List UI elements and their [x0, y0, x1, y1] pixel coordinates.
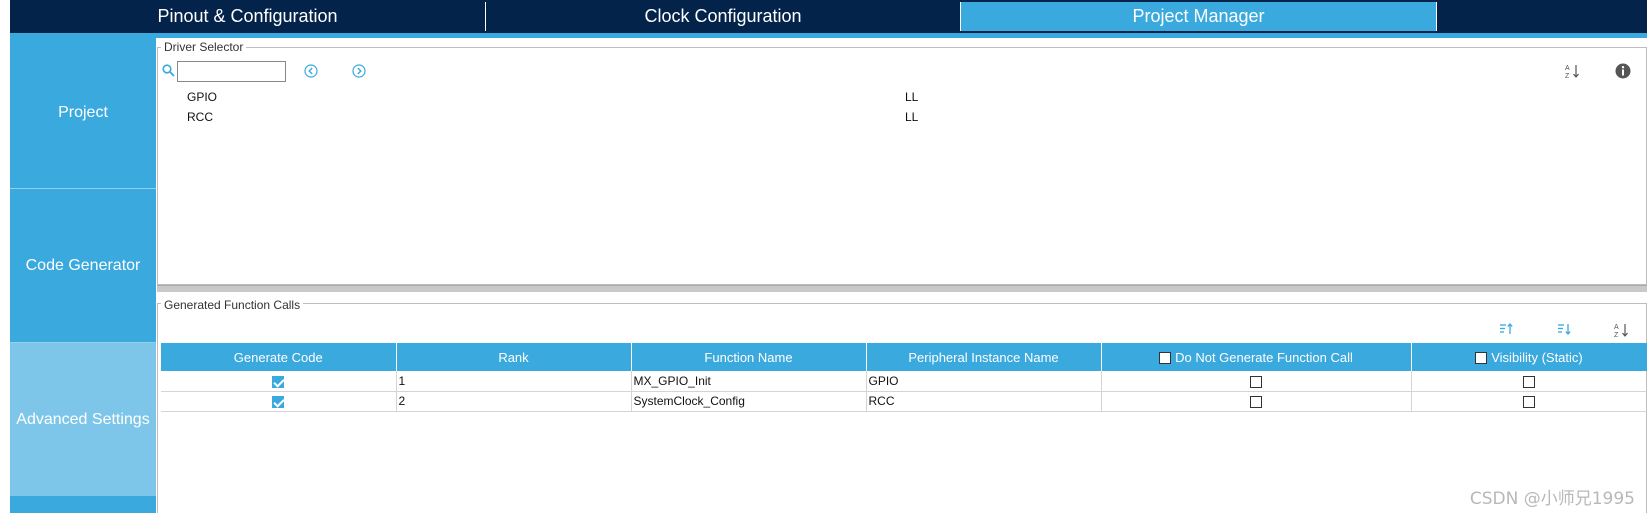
generate-code-checkbox[interactable]	[272, 395, 285, 408]
table-row[interactable]: 2 SystemClock_Config RCC	[161, 391, 1647, 412]
next-icon[interactable]	[352, 64, 366, 78]
tab-project-manager[interactable]: Project Manager	[961, 2, 1436, 31]
top-tab-bar: Pinout & Configuration Clock Configurati…	[10, 0, 1647, 33]
do-not-generate-cell	[1101, 371, 1412, 392]
svg-text:A: A	[1565, 65, 1570, 72]
tab-pinout-configuration[interactable]: Pinout & Configuration	[10, 2, 485, 31]
svg-text:Z: Z	[1565, 73, 1570, 79]
sort-alpha-icon[interactable]: A Z	[1614, 322, 1630, 338]
instance-name-cell: GPIO	[866, 371, 1102, 392]
previous-icon[interactable]	[304, 64, 318, 78]
driver-row-name[interactable]: RCC	[187, 110, 213, 124]
table-row[interactable]: 1 MX_GPIO_Init GPIO	[161, 371, 1647, 392]
svg-text:A: A	[1614, 324, 1619, 331]
visibility-static-checkbox[interactable]	[1523, 375, 1535, 388]
visibility-cell	[1411, 371, 1647, 392]
driver-search-input[interactable]	[177, 61, 286, 82]
driver-row-name[interactable]: GPIO	[187, 90, 217, 104]
sort-descending-icon[interactable]	[1557, 322, 1571, 336]
column-header-label: Do Not Generate Function Call	[1175, 349, 1353, 365]
function-calls-title: Generated Function Calls	[161, 298, 304, 312]
driver-selector-group	[157, 47, 1647, 285]
column-header-label: Visibility (Static)	[1491, 349, 1583, 365]
column-header-rank[interactable]: Rank	[396, 343, 632, 371]
sidebar-item-project[interactable]: Project	[10, 38, 156, 188]
do-not-generate-checkbox[interactable]	[1250, 375, 1262, 388]
column-header-visibility[interactable]: Visibility (Static)	[1411, 343, 1647, 371]
driver-row-driver[interactable]: LL	[905, 110, 918, 124]
generate-code-cell	[161, 391, 397, 412]
column-header-peripheral-instance[interactable]: Peripheral Instance Name	[866, 343, 1102, 371]
select-all-visibility-checkbox[interactable]	[1475, 352, 1488, 365]
generate-code-checkbox[interactable]	[272, 375, 285, 388]
function-calls-table: Generate Code Rank Function Name Periphe…	[161, 343, 1647, 412]
driver-row-driver[interactable]: LL	[905, 90, 918, 104]
select-all-do-not-generate-checkbox[interactable]	[1159, 352, 1172, 365]
column-header-function-name[interactable]: Function Name	[631, 343, 867, 371]
tab-underline-strip	[10, 33, 1647, 38]
table-header-row: Generate Code Rank Function Name Periphe…	[161, 343, 1647, 371]
function-name-cell: MX_GPIO_Init	[631, 371, 867, 392]
do-not-generate-checkbox[interactable]	[1250, 395, 1262, 408]
sort-alpha-icon[interactable]: A Z	[1565, 63, 1581, 79]
watermark: CSDN @小师兄1995	[1469, 489, 1635, 509]
do-not-generate-cell	[1101, 391, 1412, 412]
generate-code-cell	[161, 371, 397, 392]
sidebar: Project Code Generator Advanced Settings	[10, 38, 156, 513]
column-header-do-not-generate[interactable]: Do Not Generate Function Call	[1101, 343, 1412, 371]
tab-clock-configuration[interactable]: Clock Configuration	[486, 2, 960, 31]
rank-cell: 2	[396, 391, 632, 412]
instance-name-cell: RCC	[866, 391, 1102, 412]
info-icon[interactable]	[1615, 63, 1631, 79]
search-icon	[162, 64, 175, 77]
driver-selector-title: Driver Selector	[161, 40, 247, 54]
panel-splitter[interactable]	[157, 285, 1647, 292]
column-header-generate-code[interactable]: Generate Code	[161, 343, 397, 371]
visibility-cell	[1411, 391, 1647, 412]
rank-cell: 1	[396, 371, 632, 392]
function-name-cell: SystemClock_Config	[631, 391, 867, 412]
sidebar-item-advanced-settings[interactable]: Advanced Settings	[10, 343, 156, 496]
tab-empty[interactable]	[1437, 2, 1647, 31]
sort-ascending-icon[interactable]	[1499, 322, 1513, 336]
sidebar-item-code-generator[interactable]: Code Generator	[10, 189, 156, 342]
svg-text:Z: Z	[1614, 332, 1619, 338]
visibility-static-checkbox[interactable]	[1523, 395, 1535, 408]
